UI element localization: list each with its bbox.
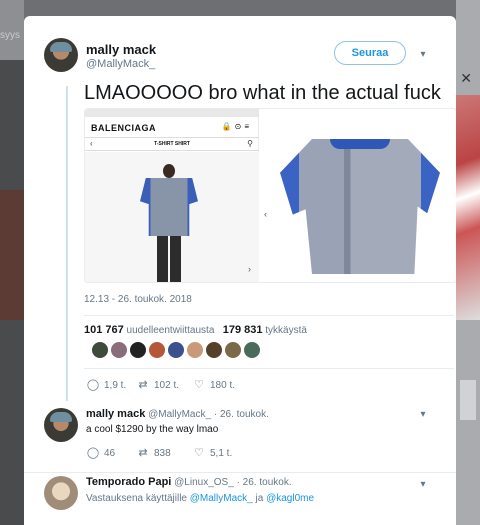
prev-arrow-icon: ‹ xyxy=(264,209,267,219)
shop-icons: 🔒⊙≡ xyxy=(221,122,252,131)
tweet-text: LMAOOOOO bro what in the actual fuck xyxy=(84,82,441,104)
shirt-collar xyxy=(330,139,390,149)
retweet-action-count: 838 xyxy=(154,448,171,459)
reply-action[interactable]: ◯ 1,9 t. xyxy=(86,378,126,391)
retweet-action-count: 102 t. xyxy=(154,380,180,391)
model-head xyxy=(163,164,175,178)
divider xyxy=(84,368,454,369)
reply-count: 1,9 t. xyxy=(104,380,127,391)
like-action[interactable]: ♡ 180 t. xyxy=(192,378,235,391)
author-name[interactable]: Temporado Papi xyxy=(86,476,171,488)
background-right-box xyxy=(460,380,476,420)
mention-link[interactable]: @MallyMack_ xyxy=(190,493,253,504)
product-photo: › xyxy=(85,152,259,282)
product-title: T-SHIRT SHIRT xyxy=(154,141,190,147)
tweet-stats: 101 767 uudelleentwiittausta 179 831 tyk… xyxy=(84,324,307,336)
divider xyxy=(24,472,456,473)
replying-to-join: ja xyxy=(255,493,264,504)
liker-avatar[interactable] xyxy=(244,342,260,358)
reply-action[interactable]: ◯ 46 xyxy=(86,446,115,459)
avatar[interactable] xyxy=(44,38,78,72)
like-action-count: 180 t. xyxy=(210,380,236,391)
product-nav: ‹ T-SHIRT SHIRT ⚲ xyxy=(85,137,259,151)
author-name[interactable]: mally mack xyxy=(86,42,156,57)
tweet-modal: mally mack @MallyMack_ Seuraa ▾ LMAOOOOO… xyxy=(24,16,456,525)
replying-to-prefix: Vastauksena käyttäjille xyxy=(86,493,187,504)
chevron-down-icon[interactable]: ▾ xyxy=(416,408,430,422)
reply-text: a cool $1290 by the way lmao xyxy=(86,424,219,435)
replying-to: Vastauksena käyttäjille @MallyMack_ ja @… xyxy=(86,493,314,504)
reply-date[interactable]: · 26. toukok. xyxy=(237,477,292,488)
like-action-count: 5,1 t. xyxy=(210,448,233,459)
liker-avatar[interactable] xyxy=(92,342,108,358)
mention-link[interactable]: @kagl0me xyxy=(266,493,314,504)
heart-icon: ♡ xyxy=(194,447,204,459)
media-image-right[interactable]: ‹ xyxy=(260,109,456,282)
reply-date[interactable]: · 26. toukok. xyxy=(214,409,269,420)
liker-avatar[interactable] xyxy=(168,342,184,358)
chevron-down-icon[interactable]: ▾ xyxy=(416,48,430,62)
divider xyxy=(84,315,454,316)
thread-line xyxy=(66,86,68,401)
author-handle[interactable]: @Linux_OS_ xyxy=(174,477,234,488)
brand-logo: BALENCIAGA xyxy=(91,123,156,133)
reply-icon: ◯ xyxy=(86,379,100,391)
reply-header: Temporado Papi @Linux_OS_ · 26. toukok. xyxy=(86,476,292,488)
next-arrow-icon: › xyxy=(248,264,251,274)
retweet-label[interactable]: uudelleentwiittausta xyxy=(127,325,215,336)
avatar[interactable] xyxy=(44,476,78,510)
chevron-down-icon[interactable]: ▾ xyxy=(416,478,430,492)
liker-avatar[interactable] xyxy=(130,342,146,358)
model-shirt xyxy=(140,178,198,236)
retweet-action[interactable]: ⇄ 102 t. xyxy=(136,378,179,391)
retweet-icon: ⇄ xyxy=(138,447,148,459)
reply-icon: ◯ xyxy=(86,447,100,459)
phone-status-bar xyxy=(85,109,259,117)
reply-header: mally mack @MallyMack_ · 26. toukok. xyxy=(86,408,269,420)
model-legs xyxy=(157,236,181,282)
avatar[interactable] xyxy=(44,408,78,442)
heart-icon: ♡ xyxy=(194,379,204,391)
liker-avatar[interactable] xyxy=(111,342,127,358)
like-label[interactable]: tykkäystä xyxy=(265,325,307,336)
liker-avatar[interactable] xyxy=(225,342,241,358)
retweet-action[interactable]: ⇄ 838 xyxy=(136,446,171,459)
author-name[interactable]: mally mack xyxy=(86,408,145,420)
background-left-image xyxy=(0,190,24,320)
author-handle[interactable]: @MallyMack_ xyxy=(148,409,211,420)
close-icon[interactable]: ✕ xyxy=(460,70,472,87)
liker-avatar[interactable] xyxy=(206,342,222,358)
retweet-count[interactable]: 101 767 xyxy=(84,324,124,336)
retweet-icon: ⇄ xyxy=(138,379,148,391)
background-text: syys xyxy=(0,30,20,41)
like-action[interactable]: ♡ 5,1 t. xyxy=(192,446,232,459)
search-icon: ⚲ xyxy=(247,139,253,148)
reply-count: 46 xyxy=(104,448,116,459)
tweet-timestamp[interactable]: 12.13 - 26. toukok. 2018 xyxy=(84,294,192,305)
liker-avatar[interactable] xyxy=(149,342,165,358)
like-count[interactable]: 179 831 xyxy=(223,324,263,336)
follow-button[interactable]: Seuraa xyxy=(334,41,406,65)
tweet-media[interactable]: BALENCIAGA 🔒⊙≡ ‹ T-SHIRT SHIRT ⚲ › ‹ xyxy=(84,108,456,283)
media-image-left[interactable]: BALENCIAGA 🔒⊙≡ ‹ T-SHIRT SHIRT ⚲ › xyxy=(85,109,259,282)
liker-avatar[interactable] xyxy=(187,342,203,358)
shirt-photo xyxy=(280,139,440,274)
background-right-image xyxy=(456,95,480,320)
author-handle[interactable]: @MallyMack_ xyxy=(86,58,155,70)
